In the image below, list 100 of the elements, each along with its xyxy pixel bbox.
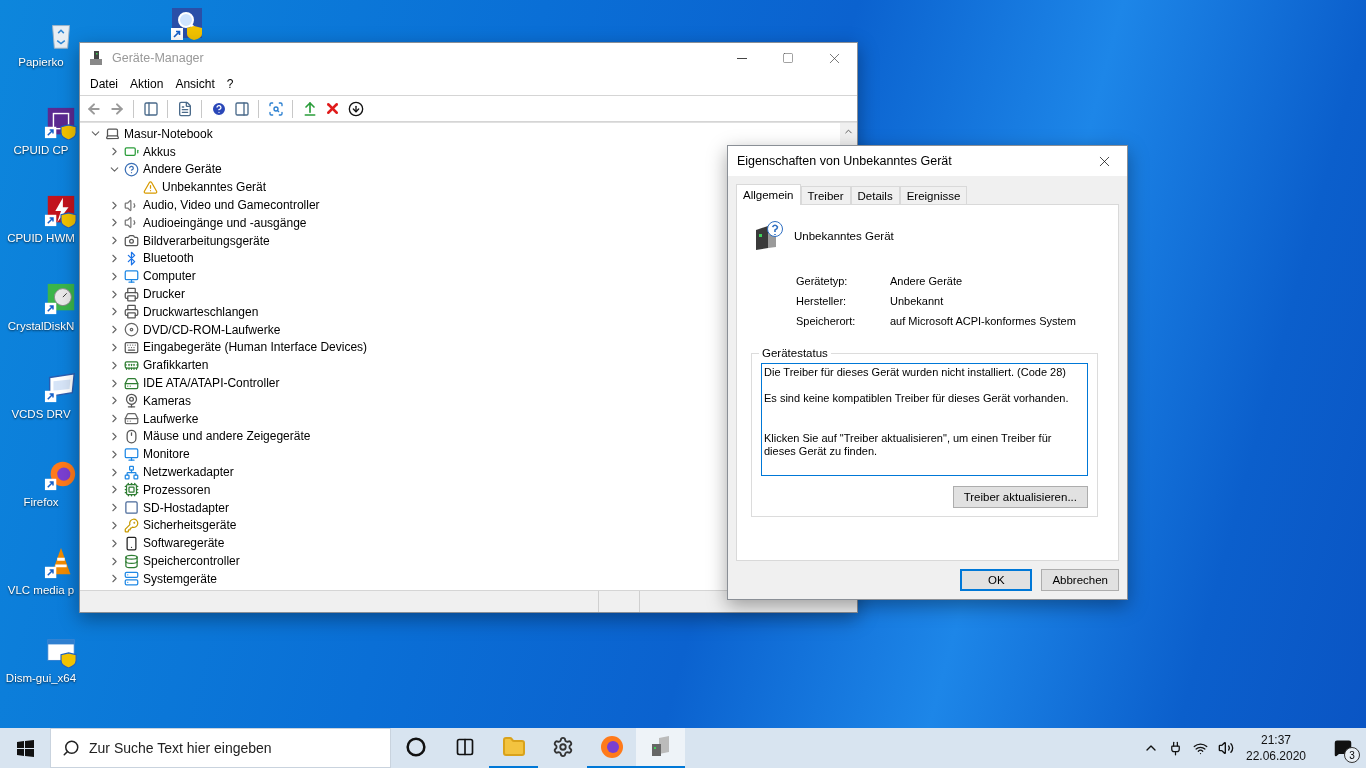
notification-button[interactable]: 3 — [1320, 728, 1366, 768]
tree-item[interactable]: Kameras — [124, 392, 192, 410]
chip-icon[interactable] — [44, 106, 78, 140]
desktop-icon-label[interactable]: Dism-gui_x64 — [4, 672, 78, 684]
system-icon — [124, 571, 139, 587]
tab[interactable]: Details — [850, 186, 900, 204]
cortana-circle-icon — [405, 737, 426, 757]
tree-item[interactable]: Masur-Notebook — [105, 125, 213, 143]
tree-item[interactable]: Prozessoren — [124, 481, 211, 499]
forward-arrow-icon — [108, 100, 125, 117]
tree-item[interactable]: Mäuse und andere Zeigegeräte — [124, 427, 311, 445]
processor-icon — [124, 482, 139, 498]
tree-item[interactable]: Computer — [124, 267, 196, 285]
drive-icon — [124, 375, 139, 391]
tree-item[interactable]: DVD/CD-ROM-Laufwerke — [124, 321, 281, 339]
update-driver-button[interactable]: Treiber aktualisieren... — [952, 486, 1088, 508]
tree-item[interactable]: Unbekanntes Gerät — [143, 178, 267, 196]
monitor-icon — [124, 446, 139, 462]
tab[interactable]: Allgemein — [736, 184, 801, 205]
clock-date: 22.06.2020 — [1245, 748, 1307, 765]
menu-item[interactable]: Ansicht — [169, 77, 221, 91]
menu-item[interactable]: ? — [220, 77, 240, 91]
field-value: auf Microsoft ACPI-konformes System — [890, 315, 1077, 327]
tree-item[interactable]: Eingabegeräte (Human Interface Devices) — [124, 338, 368, 356]
dialog-button[interactable]: Abbrechen — [1041, 569, 1119, 591]
webcam-icon — [124, 393, 139, 409]
action-pane-button[interactable] — [232, 99, 251, 118]
search-field[interactable]: Zur Suche Text hier eingeben — [50, 728, 391, 768]
tree-item[interactable]: Netzwerkadapter — [124, 463, 234, 481]
monitor-icon — [124, 268, 139, 284]
disable-button[interactable] — [346, 99, 365, 118]
volume-icon — [1217, 740, 1234, 756]
key-icon — [124, 517, 139, 533]
tree-item[interactable]: Akkus — [124, 143, 176, 161]
tree-item[interactable]: Audio, Video und Gamecontroller — [124, 196, 320, 214]
desktop-icon-label[interactable]: VLC media p — [4, 584, 78, 596]
document-icon — [176, 100, 193, 117]
task-view-icon — [454, 737, 475, 757]
desktop-icon-label[interactable]: CPUID CP — [4, 144, 78, 156]
tree-item[interactable]: Audioeingänge und -ausgänge — [124, 214, 307, 232]
desktop-icon-label[interactable]: Papierko — [4, 56, 78, 68]
dialog-button[interactable]: OK — [960, 569, 1033, 591]
fox-icon — [599, 735, 624, 759]
scan-icon — [267, 100, 284, 117]
tree-item[interactable]: Softwaregeräte — [124, 534, 225, 552]
network-icon — [124, 464, 139, 480]
tree-item[interactable]: Speichercontroller — [124, 552, 240, 570]
panel-icon — [233, 100, 250, 117]
tree-item[interactable]: SD-Hostadapter — [124, 499, 230, 517]
desktop-icon-label[interactable]: CPUID HWM — [4, 232, 78, 244]
desktop-icon-label[interactable]: CrystalDiskN — [4, 320, 78, 332]
unknown-device-icon — [754, 220, 784, 252]
notification-count: 3 — [1344, 747, 1360, 763]
field-value: Andere Geräte — [890, 275, 964, 287]
help-button[interactable] — [209, 99, 228, 118]
tree-item[interactable]: Andere Geräte — [124, 161, 222, 178]
tree-item[interactable]: Grafikkarten — [124, 356, 209, 374]
wifi-icon — [1193, 740, 1208, 756]
scan-button[interactable] — [266, 99, 285, 118]
mouse-icon — [124, 428, 139, 444]
card-icon — [124, 500, 139, 516]
group-legend: Gerätestatus — [759, 347, 831, 359]
windows-logo-icon — [16, 739, 34, 757]
tree-item[interactable]: Systemgeräte — [124, 570, 218, 588]
tree-item[interactable]: Druckwarteschlangen — [124, 303, 259, 321]
lightning-icon[interactable] — [44, 194, 78, 228]
tree-item[interactable]: Bildverarbeitungsgeräte — [124, 232, 270, 250]
camera-icon — [124, 233, 139, 249]
field-label: Hersteller: — [796, 295, 848, 307]
keyboard-icon — [124, 339, 139, 355]
status-text-field[interactable]: Die Treiber für dieses Gerät wurden nicht installiert. (Code 28) Es sind keine kompatiblen Treiber für dieses Gerät vorhanden. Klicken Sie auf "Treiber aktualisieren", um einen Treiber für dieses Gerät zu finden. — [761, 363, 1088, 476]
clock[interactable]: 21:37 22.06.2020 — [1238, 731, 1314, 765]
tree-item[interactable]: Bluetooth — [124, 249, 194, 267]
desktop-icon-label[interactable]: Firefox — [4, 496, 78, 508]
tree-item[interactable]: Monitore — [124, 445, 190, 463]
tree-item[interactable]: Sicherheitsgeräte — [124, 516, 237, 534]
panel-icon — [142, 100, 159, 117]
badge-icon[interactable] — [44, 370, 78, 404]
menu-item[interactable]: Aktion — [124, 77, 170, 91]
printer-icon — [124, 304, 139, 320]
magnifier-icon[interactable] — [170, 6, 204, 40]
disc-icon — [124, 322, 139, 338]
menu-item[interactable]: Datei — [84, 77, 124, 91]
help-icon — [210, 100, 227, 117]
tree-item[interactable]: IDE ATA/ATAPI-Controller — [124, 374, 280, 392]
tab[interactable]: Treiber — [800, 186, 851, 204]
warning-icon — [143, 179, 158, 195]
device-name: Unbekanntes Gerät — [794, 230, 894, 242]
tree-item[interactable]: Laufwerke — [124, 410, 199, 428]
dialog-title: Eigenschaften von Unbekanntes Gerät — [737, 154, 953, 168]
console-tree-button[interactable] — [141, 99, 160, 118]
desktop-icon-label[interactable]: VCDS DRV — [4, 408, 78, 420]
tree-item[interactable]: Drucker — [124, 285, 185, 303]
tab[interactable]: Ereignisse — [899, 186, 968, 204]
storage-icon — [124, 553, 139, 569]
field-label: Gerätetyp: — [796, 275, 849, 287]
drive-icon — [124, 411, 139, 427]
search-icon — [62, 739, 80, 757]
device-icon — [124, 535, 139, 551]
field-label: Speicherort: — [796, 315, 857, 327]
